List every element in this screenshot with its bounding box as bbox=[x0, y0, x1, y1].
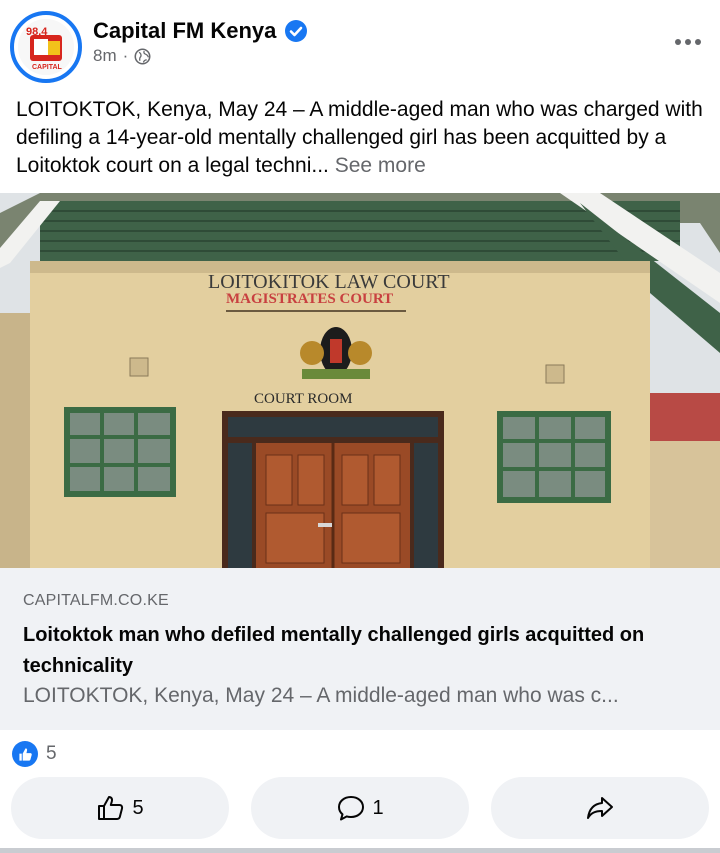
post-photo[interactable]: LOITOKITOK LAW COURT MAGISTRATES COURT C… bbox=[0, 193, 720, 568]
court-building-image: LOITOKITOK LAW COURT MAGISTRATES COURT C… bbox=[0, 193, 720, 568]
comment-count: 1 bbox=[372, 796, 384, 819]
post-text: LOITOKTOK, Kenya, May 24 – A middle-aged… bbox=[16, 96, 706, 180]
comment-icon bbox=[338, 796, 365, 821]
avatar-frequency: 98.4 bbox=[26, 26, 48, 38]
share-button[interactable] bbox=[491, 777, 709, 839]
action-bar: 5 1 bbox=[0, 777, 720, 839]
page-name[interactable]: Capital FM Kenya bbox=[93, 18, 276, 44]
link-domain: CAPITALFM.CO.KE bbox=[23, 592, 169, 609]
share-icon bbox=[587, 797, 613, 819]
more-options-button[interactable] bbox=[670, 30, 706, 54]
sign-line1: LOITOKITOK LAW COURT bbox=[208, 271, 450, 293]
post-header: 98.4 CAPITAL Capital FM Kenya 8m · bbox=[0, 0, 720, 92]
capital-fm-logo: 98.4 CAPITAL bbox=[18, 19, 74, 75]
like-reaction-icon bbox=[12, 741, 38, 767]
more-icon-dot bbox=[695, 39, 701, 45]
sign-room: COURT ROOM bbox=[254, 391, 352, 407]
globe-icon bbox=[134, 48, 151, 64]
avatar-subtext: CAPITAL bbox=[32, 64, 63, 71]
see-more-link[interactable]: See more bbox=[335, 154, 426, 177]
link-description: LOITOKTOK, Kenya, May 24 – A middle-aged… bbox=[23, 684, 619, 707]
meta-separator: · bbox=[122, 46, 129, 65]
sign-line2: MAGISTRATES COURT bbox=[226, 291, 393, 307]
reaction-count: 5 bbox=[46, 743, 57, 764]
like-count: 5 bbox=[132, 796, 144, 819]
reaction-summary[interactable]: 5 bbox=[12, 741, 57, 767]
avatar-logo: 98.4 CAPITAL bbox=[18, 19, 74, 75]
more-icon-dot bbox=[675, 39, 681, 45]
bottom-divider bbox=[0, 848, 720, 853]
verified-icon bbox=[285, 20, 308, 42]
more-icon-dot bbox=[685, 39, 691, 45]
post-time[interactable]: 8m bbox=[93, 46, 117, 66]
link-preview-card[interactable]: CAPITALFM.CO.KE Loitoktok man who defile… bbox=[0, 568, 720, 730]
like-button[interactable]: 5 bbox=[11, 777, 229, 839]
link-title[interactable]: Loitoktok man who defiled mentally chall… bbox=[23, 620, 703, 682]
like-icon bbox=[98, 796, 124, 820]
avatar[interactable]: 98.4 CAPITAL bbox=[10, 11, 82, 83]
comment-button[interactable]: 1 bbox=[251, 777, 469, 839]
